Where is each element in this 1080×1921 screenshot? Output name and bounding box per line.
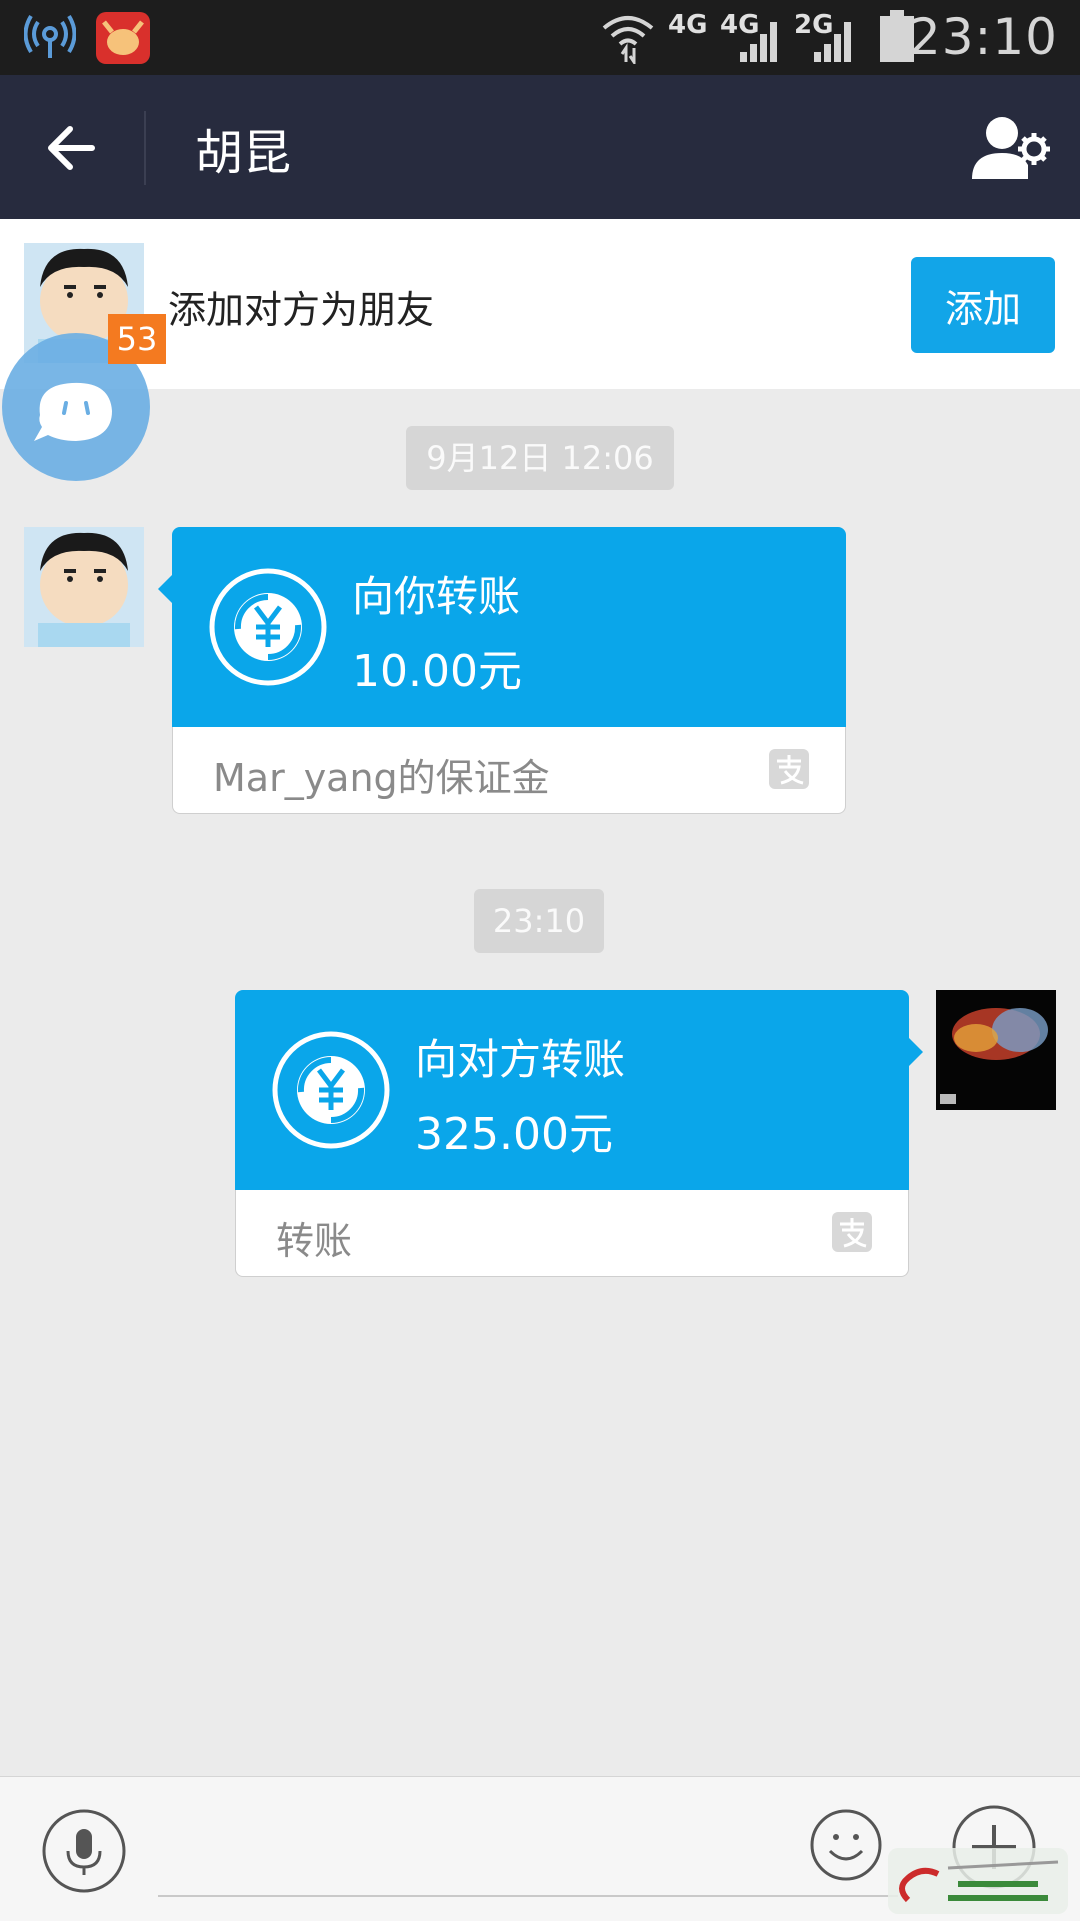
- clock: 23:10: [908, 8, 1058, 66]
- transfer-card-footer: Mar_yang的保证金: [172, 727, 846, 814]
- network-type-1: 4G: [668, 10, 708, 40]
- transfer-note: Mar_yang的保证金: [213, 756, 550, 800]
- transfer-card-outgoing[interactable]: 向对方转账 325.00元 转账: [235, 990, 923, 1277]
- transfer-amount: 10.00元: [352, 646, 522, 697]
- transfer-card-incoming[interactable]: 向你转账 10.00元 Mar_yang的保证金: [158, 527, 846, 814]
- app-notification-icon: [96, 12, 150, 64]
- header-divider: [144, 111, 146, 185]
- transfer-card-header: 向对方转账 325.00元: [235, 990, 909, 1190]
- unread-badge: 53: [108, 314, 166, 364]
- message-input[interactable]: [158, 1817, 782, 1889]
- my-avatar[interactable]: [936, 990, 1056, 1110]
- signal-icon-1: [740, 22, 777, 62]
- signal-icon-2: [814, 22, 851, 62]
- microphone-icon[interactable]: [42, 1809, 126, 1893]
- chat-header: 胡昆: [0, 75, 1080, 219]
- user-settings-icon[interactable]: [970, 113, 1050, 185]
- alipay-logo-icon: [832, 1212, 872, 1252]
- bubble-tail: [158, 575, 172, 603]
- transfer-note: 转账: [276, 1219, 353, 1263]
- wifi-icon: [602, 16, 654, 64]
- input-underline: [158, 1895, 898, 1897]
- watermark-logo: [888, 1848, 1068, 1914]
- transfer-label: 向对方转账: [415, 1035, 626, 1084]
- yuan-transfer-icon: [209, 568, 327, 686]
- yuan-transfer-icon: [272, 1031, 390, 1149]
- transfer-label: 向你转账: [352, 572, 521, 621]
- add-friend-prompt: 添加对方为朋友: [168, 288, 435, 332]
- add-friend-button[interactable]: 添加: [911, 257, 1055, 353]
- sender-avatar[interactable]: [24, 527, 144, 647]
- message-timestamp: 23:10: [474, 889, 604, 953]
- smiley-icon[interactable]: [810, 1809, 882, 1881]
- arrow-left-icon[interactable]: [40, 113, 110, 183]
- transfer-card-footer: 转账: [235, 1190, 909, 1277]
- status-bar: 4G 4G 2G 23:10: [0, 0, 1080, 75]
- message-timestamp: 9月12日 12:06: [406, 426, 674, 490]
- transfer-card-header: 向你转账 10.00元: [172, 527, 846, 727]
- bubble-tail: [909, 1038, 923, 1066]
- alipay-logo-icon: [769, 749, 809, 789]
- hotspot-icon: [24, 14, 76, 58]
- transfer-amount: 325.00元: [415, 1109, 613, 1160]
- page-title: 胡昆: [195, 125, 292, 181]
